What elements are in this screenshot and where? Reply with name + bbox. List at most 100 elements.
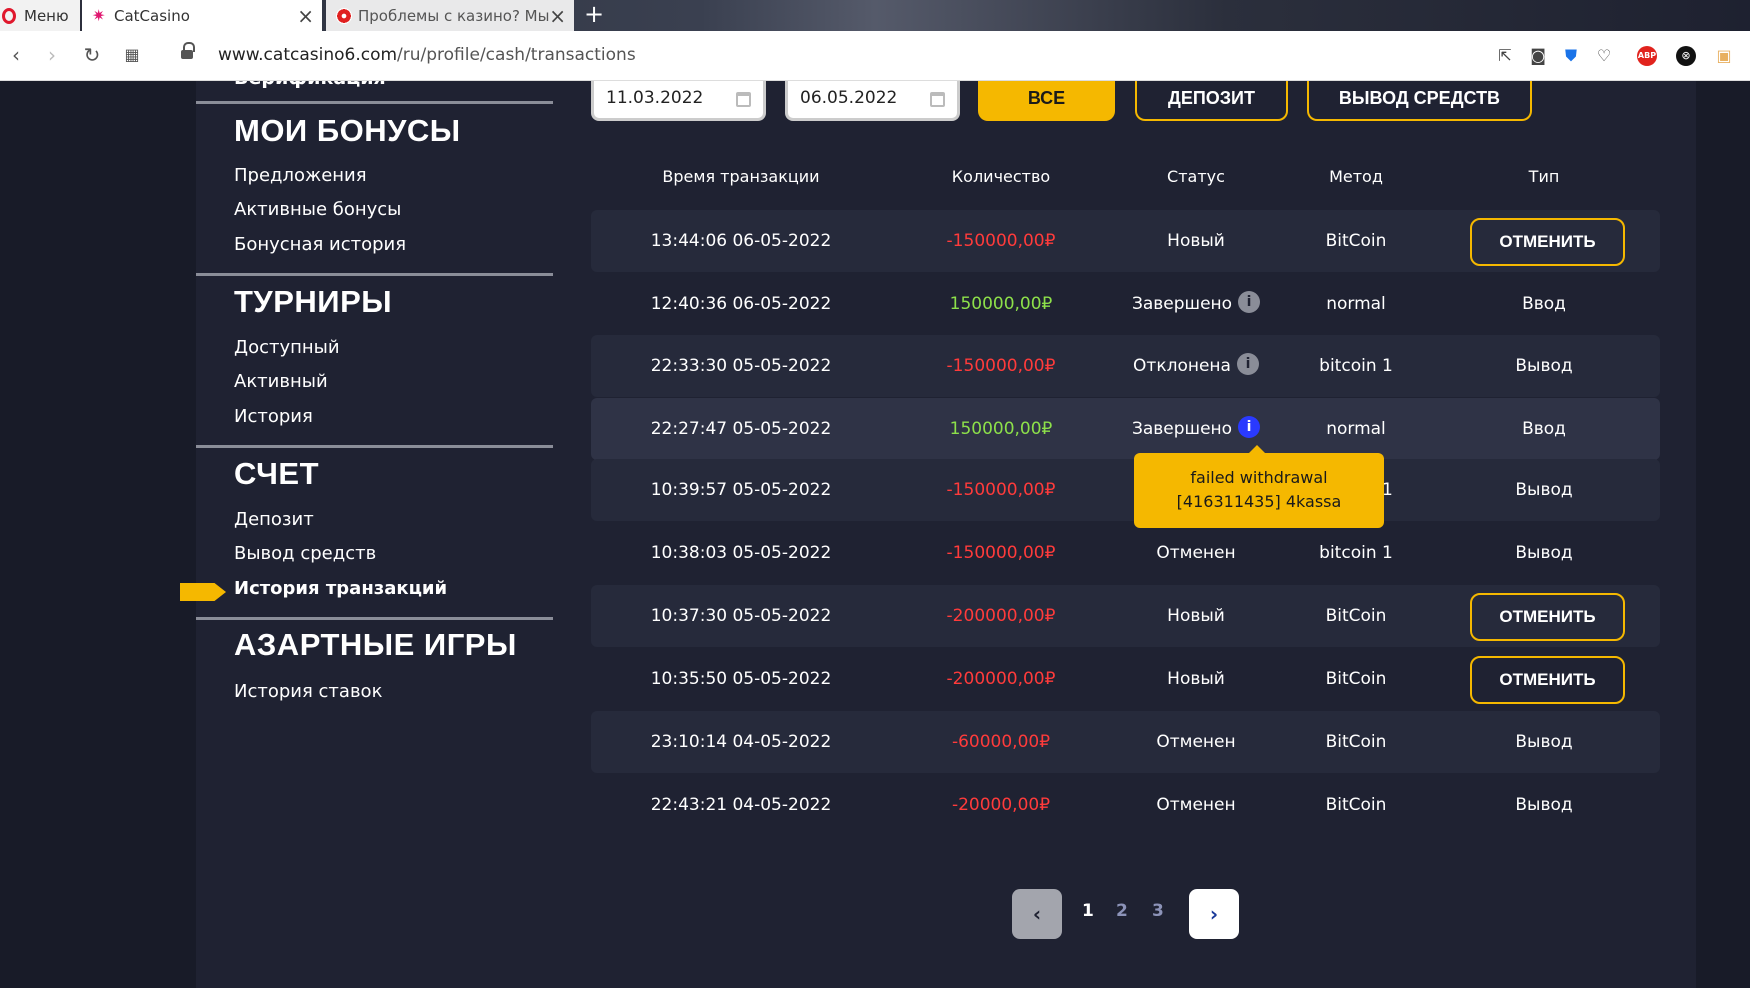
cell-type: Вывод bbox=[1515, 480, 1573, 500]
close-tab-icon[interactable]: × bbox=[549, 4, 566, 28]
heart-icon[interactable]: ♡ bbox=[1594, 46, 1614, 66]
cell-status: Отменен bbox=[1156, 543, 1236, 563]
tab-catcasino[interactable]: ✷ CatCasino × bbox=[82, 0, 322, 31]
table-row: 10:38:03 05-05-2022 -150000,00₽ Отменен … bbox=[591, 522, 1660, 584]
column-header-status: Статус bbox=[1167, 167, 1225, 186]
filter-withdraw-button[interactable]: ВЫВОД СРЕДСТВ bbox=[1307, 81, 1532, 121]
sidebar-item-available[interactable]: Доступный bbox=[234, 337, 340, 358]
cell-time: 22:27:47 05-05-2022 bbox=[650, 419, 832, 439]
calendar-icon[interactable] bbox=[930, 92, 945, 107]
cancel-transaction-button[interactable]: ОТМЕНИТЬ bbox=[1470, 218, 1625, 266]
info-icon[interactable]: i bbox=[1236, 353, 1259, 375]
cell-amount: -200000,00₽ bbox=[946, 606, 1056, 626]
adblock-icon[interactable]: ABP bbox=[1637, 46, 1657, 66]
table-row: 13:44:06 06-05-2022 -150000,00₽ Новый Bi… bbox=[591, 210, 1660, 272]
page: Верификация МОИ БОНУСЫ Предложения Актив… bbox=[0, 81, 1750, 988]
cell-status: Новый bbox=[1167, 231, 1225, 251]
next-page-button[interactable]: › bbox=[1189, 889, 1239, 939]
url-field[interactable]: www.catcasino6.com/ru/profile/cash/trans… bbox=[218, 45, 636, 65]
cell-amount: -150000,00₽ bbox=[946, 231, 1056, 251]
page-number[interactable]: 1 bbox=[1082, 901, 1094, 921]
cell-amount: -150000,00₽ bbox=[946, 356, 1056, 376]
cell-type: Ввод bbox=[1522, 419, 1566, 439]
cell-amount: -20000,00₽ bbox=[951, 795, 1051, 815]
tooltip-line: failed withdrawal bbox=[1190, 468, 1328, 487]
opera-menu-button[interactable]: Меню bbox=[0, 0, 80, 31]
camera-icon[interactable]: ◙ bbox=[1528, 46, 1548, 66]
sidebar-divider bbox=[196, 617, 553, 620]
sidebar-divider bbox=[196, 273, 553, 276]
column-header-method: Метод bbox=[1329, 167, 1383, 186]
cell-type: Ввод bbox=[1522, 294, 1566, 314]
filter-all-button[interactable]: ВСЕ bbox=[978, 81, 1115, 121]
tooltip-line: [416311435] 4kassa bbox=[1176, 492, 1342, 511]
share-icon[interactable]: ⇱ bbox=[1495, 46, 1515, 66]
opera-menu-label: Меню bbox=[24, 6, 69, 25]
section-title-tournaments: ТУРНИРЫ bbox=[234, 284, 393, 319]
address-bar: ‹ › ↻ ▦ www.catcasino6.com/ru/profile/ca… bbox=[0, 31, 1750, 81]
cell-status: Отклонена i bbox=[1111, 335, 1281, 397]
cell-time: 10:35:50 05-05-2022 bbox=[650, 669, 832, 689]
box-icon[interactable]: ▣ bbox=[1714, 46, 1734, 66]
casino-chip-favicon-icon bbox=[336, 7, 352, 24]
info-icon[interactable]: i bbox=[1238, 416, 1261, 438]
cell-status: Отменен bbox=[1156, 732, 1236, 752]
new-tab-button[interactable]: + bbox=[582, 0, 606, 31]
table-row: 12:40:36 06-05-2022 150000,00₽ Завершено… bbox=[591, 273, 1660, 335]
cell-method: bitcoin 1 bbox=[1319, 543, 1393, 563]
date-to-field[interactable]: 06.05.2022 bbox=[785, 81, 960, 121]
sidebar-item-active[interactable]: Активный bbox=[234, 371, 328, 392]
filter-deposit-button[interactable]: ДЕПОЗИТ bbox=[1135, 81, 1288, 121]
sidebar-item-withdraw[interactable]: Вывод средств bbox=[234, 543, 376, 564]
lock-icon[interactable] bbox=[181, 42, 195, 61]
cell-method: bitcoin 1 bbox=[1319, 356, 1393, 376]
cell-time: 22:33:30 05-05-2022 bbox=[650, 356, 832, 376]
shield-icon[interactable]: ⛊ bbox=[1561, 46, 1581, 66]
status-tooltip: failed withdrawal [416311435] 4kassa bbox=[1134, 445, 1384, 528]
section-title-account: СЧЕТ bbox=[234, 456, 320, 491]
sidebar-item-bet-history[interactable]: История ставок bbox=[234, 681, 382, 702]
sidebar-item-deposit[interactable]: Депозит bbox=[234, 509, 314, 530]
table-row: 22:33:30 05-05-2022 -150000,00₽ Отклонен… bbox=[591, 335, 1660, 397]
sidebar-item-verification[interactable]: Верификация bbox=[234, 81, 386, 89]
cell-time: 13:44:06 06-05-2022 bbox=[650, 231, 832, 251]
table-row: 10:37:30 05-05-2022 -200000,00₽ Новый Bi… bbox=[591, 585, 1660, 647]
calendar-icon[interactable] bbox=[736, 92, 751, 107]
cell-time: 10:37:30 05-05-2022 bbox=[650, 606, 832, 626]
date-from-field[interactable]: 11.03.2022 bbox=[591, 81, 766, 121]
sidebar-divider bbox=[196, 101, 553, 104]
cell-method: normal bbox=[1326, 419, 1386, 439]
sidebar-item-transaction-history[interactable]: История транзакций bbox=[234, 578, 447, 599]
table-row: 10:39:57 05-05-2022 -150000,00₽ bitcoin … bbox=[591, 459, 1660, 521]
prev-page-button[interactable]: ‹ bbox=[1012, 889, 1062, 939]
cell-time: 22:43:21 04-05-2022 bbox=[650, 795, 832, 815]
sidebar-item-offers[interactable]: Предложения bbox=[234, 165, 367, 186]
speed-dial-icon[interactable]: ▦ bbox=[120, 45, 144, 64]
tab-title: CatCasino bbox=[114, 6, 190, 25]
sidebar-item-active-bonuses[interactable]: Активные бонусы bbox=[234, 199, 401, 220]
close-tab-icon[interactable]: × bbox=[297, 4, 314, 28]
back-icon[interactable]: ‹ bbox=[4, 43, 28, 67]
cell-type: Вывод bbox=[1515, 795, 1573, 815]
forward-icon[interactable]: › bbox=[40, 43, 64, 67]
info-icon[interactable]: i bbox=[1238, 291, 1261, 313]
tab-casino-problems[interactable]: Проблемы с казино? Мы × bbox=[326, 0, 574, 31]
page-number[interactable]: 2 bbox=[1116, 901, 1128, 921]
cell-status: Новый bbox=[1167, 606, 1225, 626]
cancel-transaction-button[interactable]: ОТМЕНИТЬ bbox=[1470, 656, 1625, 704]
cell-type: Вывод bbox=[1515, 732, 1573, 752]
cell-time: 10:38:03 05-05-2022 bbox=[650, 543, 832, 563]
sidebar-item-tournament-history[interactable]: История bbox=[234, 406, 313, 427]
cell-type: Вывод bbox=[1515, 356, 1573, 376]
cell-method: normal bbox=[1326, 294, 1386, 314]
cell-amount: -200000,00₽ bbox=[946, 669, 1056, 689]
ublock-icon[interactable]: ⊗ bbox=[1676, 46, 1696, 66]
cell-amount: -150000,00₽ bbox=[946, 480, 1056, 500]
page-number[interactable]: 3 bbox=[1152, 901, 1164, 921]
sidebar-item-bonus-history[interactable]: Бонусная история bbox=[234, 234, 406, 255]
cell-time: 23:10:14 04-05-2022 bbox=[650, 732, 832, 752]
sidebar-divider bbox=[196, 445, 553, 448]
cancel-transaction-button[interactable]: ОТМЕНИТЬ bbox=[1470, 593, 1625, 641]
cell-status: Новый bbox=[1167, 669, 1225, 689]
reload-icon[interactable]: ↻ bbox=[80, 43, 104, 67]
